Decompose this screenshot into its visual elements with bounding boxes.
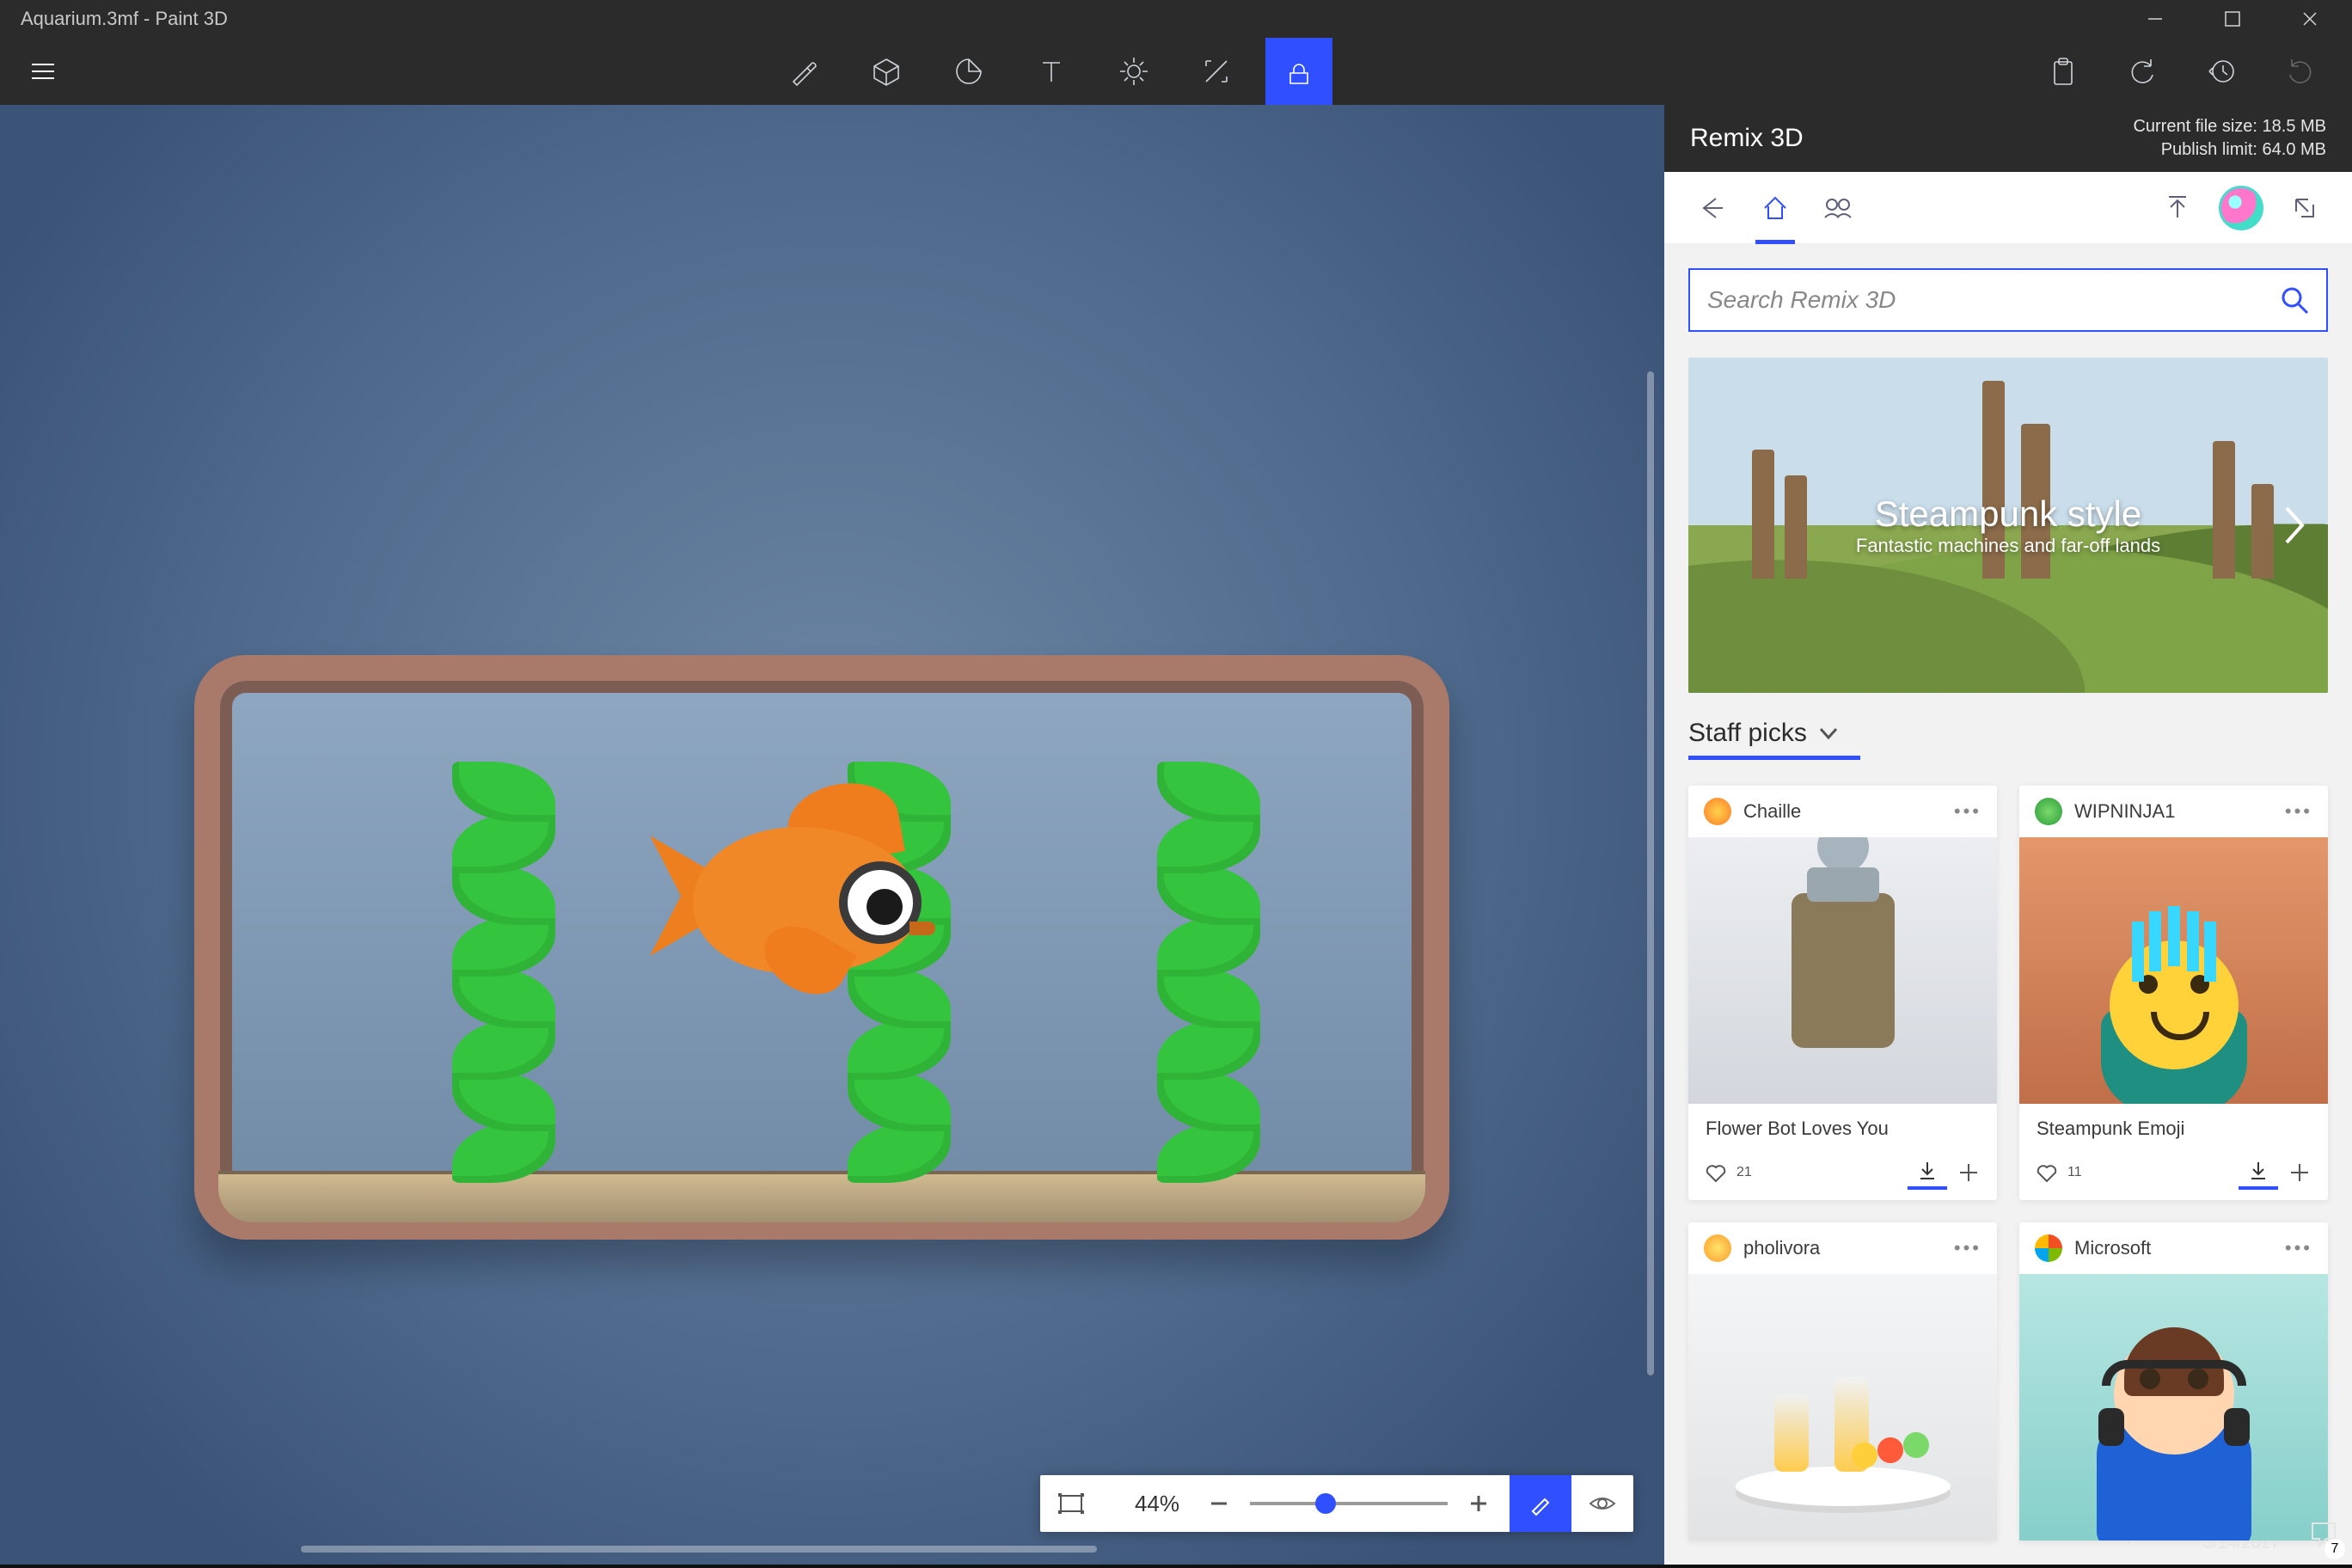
card-thumbnail: [1688, 1274, 1997, 1540]
add-button[interactable]: [1956, 1160, 1981, 1185]
model-card[interactable]: Chaille ••• Flower Bot Loves You 21: [1688, 786, 1997, 1200]
hero-next-icon[interactable]: [2282, 505, 2307, 546]
card-menu-icon[interactable]: •••: [2285, 800, 2312, 823]
card-thumbnail: [1688, 837, 1997, 1104]
title-bar: Aquarium.3mf - Paint 3D: [0, 0, 2352, 38]
canvas[interactable]: 44%: [0, 105, 1664, 1565]
section-header[interactable]: Staff picks: [1688, 719, 2328, 760]
close-button[interactable]: [2271, 0, 2349, 38]
view-mode-button[interactable]: [1571, 1475, 1633, 1532]
author-avatar: [2035, 1234, 2062, 1262]
zoom-out-button[interactable]: [1188, 1475, 1250, 1532]
zoom-bar: 44%: [1040, 1475, 1633, 1532]
canvas-vertical-scrollbar[interactable]: [1647, 371, 1654, 1375]
community-tab[interactable]: [1807, 172, 1871, 244]
card-menu-icon[interactable]: •••: [2285, 1237, 2312, 1259]
main-toolbar: [0, 38, 2352, 105]
search-input[interactable]: [1707, 286, 2280, 314]
card-thumbnail: [2019, 837, 2328, 1104]
heart-icon[interactable]: [1704, 1161, 1728, 1185]
user-avatar[interactable]: [2209, 172, 2273, 244]
canvas-tool[interactable]: [1183, 38, 1250, 105]
action-center-button[interactable]: 7: [2295, 1499, 2352, 1568]
card-thumbnail: [2019, 1274, 2328, 1540]
file-info: Current file size: 18.5 MB Publish limit…: [2133, 115, 2326, 162]
remix3d-tool[interactable]: [1265, 38, 1332, 105]
back-button[interactable]: [1680, 172, 1743, 244]
like-count: 21: [1736, 1165, 1752, 1180]
like-count: 11: [2067, 1165, 2082, 1180]
author-avatar: [1704, 1234, 1731, 1262]
author-name: Microsoft: [2074, 1237, 2273, 1259]
heart-icon[interactable]: [2035, 1161, 2059, 1185]
chevron-down-icon: [1817, 722, 1840, 744]
minimize-button[interactable]: [2116, 0, 2194, 38]
author-avatar: [1704, 798, 1731, 825]
model-card[interactable]: pholivora •••: [1688, 1222, 1997, 1540]
card-menu-icon[interactable]: •••: [1954, 800, 1981, 823]
author-name: Chaille: [1743, 800, 1942, 823]
redo-button[interactable]: [2271, 38, 2330, 105]
hero-subtitle: Fantastic machines and far-off lands: [1856, 535, 2160, 557]
zoom-percent: 44%: [1102, 1475, 1188, 1532]
paste-button[interactable]: [2034, 38, 2092, 105]
edit-mode-button[interactable]: [1510, 1475, 1571, 1532]
remix3d-panel: Remix 3D Current file size: 18.5 MB Publ…: [1664, 105, 2352, 1565]
history-button[interactable]: [2192, 38, 2251, 105]
search-box[interactable]: [1688, 268, 2328, 332]
card-menu-icon[interactable]: •••: [1954, 1237, 1981, 1259]
download-button[interactable]: [2239, 1155, 2278, 1190]
zoom-slider[interactable]: [1250, 1502, 1448, 1505]
stickers-tool[interactable]: [935, 38, 1002, 105]
hero-title: Steampunk style: [1875, 493, 2142, 535]
author-name: WIPNINJA1: [2074, 800, 2273, 823]
upload-button[interactable]: [2146, 172, 2209, 244]
open-external-button[interactable]: [2273, 172, 2337, 244]
featured-banner[interactable]: Steampunk style Fantastic machines and f…: [1688, 358, 2328, 693]
model-card[interactable]: WIPNINJA1 ••• Steampunk Emoji 11: [2019, 786, 2328, 1200]
download-button[interactable]: [1908, 1155, 1947, 1190]
zoom-in-button[interactable]: [1448, 1475, 1510, 1532]
panel-tabs: [1664, 172, 2352, 244]
scene-fish: [658, 775, 968, 999]
model-card[interactable]: Microsoft •••: [2019, 1222, 2328, 1540]
menu-button[interactable]: [17, 46, 69, 97]
card-title: Steampunk Emoji: [2019, 1104, 2328, 1145]
effects-tool[interactable]: [1100, 38, 1167, 105]
home-tab[interactable]: [1743, 172, 1807, 244]
author-avatar: [2035, 798, 2062, 825]
text-tool[interactable]: [1018, 38, 1085, 105]
canvas-horizontal-scrollbar[interactable]: [301, 1546, 1097, 1553]
scene-aquarium: [194, 655, 1449, 1240]
notification-badge: 7: [2324, 1539, 2345, 1559]
search-icon: [2280, 285, 2309, 315]
undo-button[interactable]: [2113, 38, 2171, 105]
window-title: Aquarium.3mf - Paint 3D: [21, 8, 228, 30]
card-title: Flower Bot Loves You: [1688, 1104, 1997, 1145]
fit-screen-button[interactable]: [1040, 1475, 1102, 1532]
panel-title: Remix 3D: [1690, 124, 2133, 153]
author-name: pholivora: [1743, 1237, 1942, 1259]
3d-objects-tool[interactable]: [853, 38, 920, 105]
brush-tool[interactable]: [770, 38, 837, 105]
add-button[interactable]: [2287, 1160, 2312, 1185]
maximize-button[interactable]: [2194, 0, 2271, 38]
